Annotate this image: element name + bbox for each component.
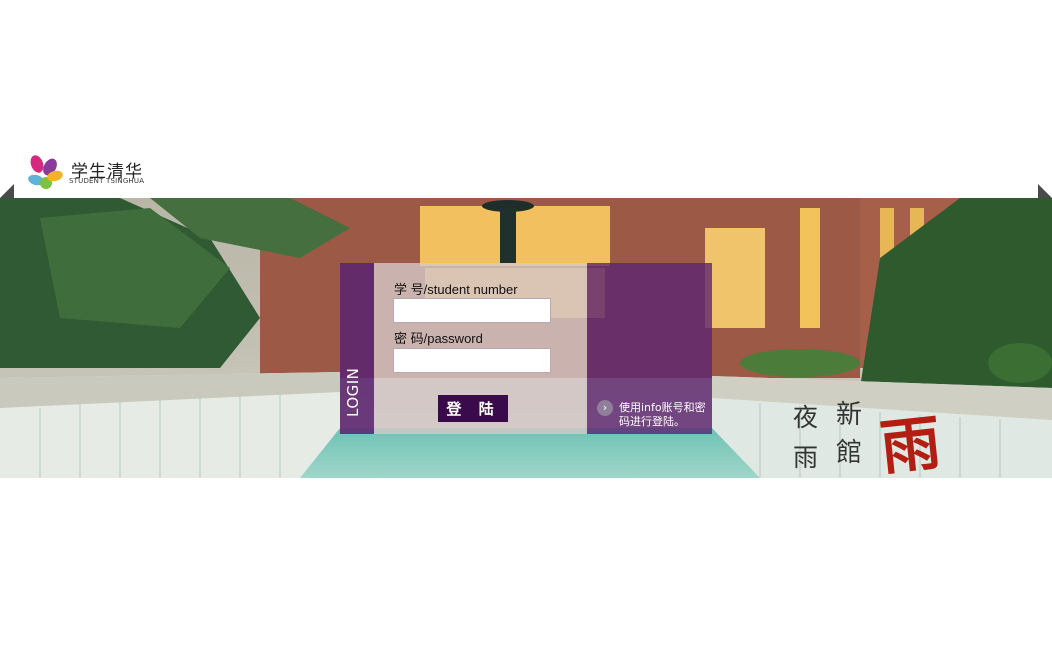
login-side-strip: LOGIN [340,263,374,434]
logo-english-name: STUDENT TSINGHUA [69,177,145,185]
calligraphy-red-character: 雨 [877,408,945,484]
password-label: 密 码/password [394,331,483,346]
password-input[interactable] [393,348,551,373]
site-logo[interactable]: 学生清华 STUDENT TSINGHUA [28,153,158,191]
banner-right-corner [1038,184,1052,198]
calligraphy-column-1: 夜雨 [793,403,819,472]
flower-logo-icon [28,155,63,189]
banner-left-corner [0,184,14,198]
info-account-hint: 使用info账号和密码进行登陆。 [619,401,706,428]
calligraphy-column-2: 新館 [836,400,863,468]
login-button[interactable]: 登 陆 [438,395,508,422]
student-number-label: 学 号/student number [394,282,518,297]
chevron-right-icon: › [597,400,613,416]
login-info-panel: › 使用info账号和密码进行登陆。 [587,263,712,434]
student-number-input[interactable] [393,298,551,323]
login-form: 学 号/student number 密 码/password 登 陆 [374,263,587,434]
login-vertical-title: LOGIN [344,367,362,417]
